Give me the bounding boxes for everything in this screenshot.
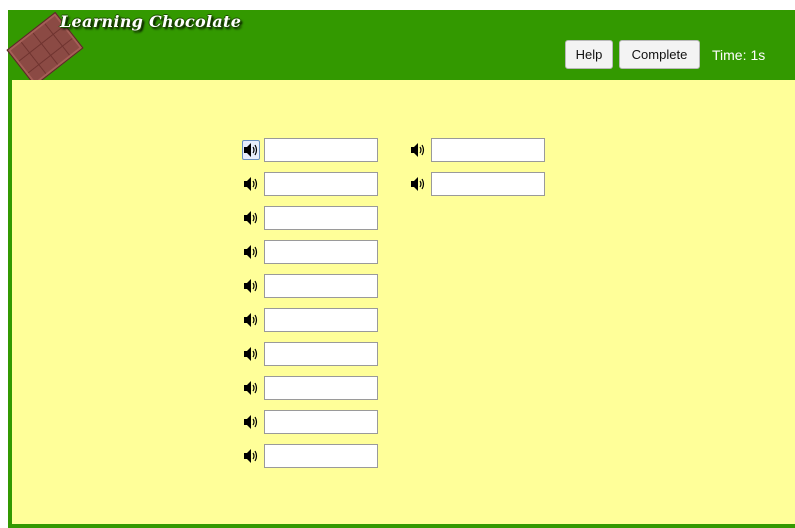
help-button[interactable]: Help bbox=[565, 40, 613, 69]
speaker-icon[interactable] bbox=[242, 276, 260, 296]
complete-button[interactable]: Complete bbox=[619, 40, 700, 69]
answer-row bbox=[242, 308, 402, 334]
exercise-area bbox=[12, 80, 795, 524]
answer-input[interactable] bbox=[431, 138, 545, 162]
speaker-icon[interactable] bbox=[242, 310, 260, 330]
speaker-icon[interactable] bbox=[242, 242, 260, 262]
speaker-icon[interactable] bbox=[242, 174, 260, 194]
logo-text: Learning Chocolate bbox=[60, 12, 242, 31]
answer-input[interactable] bbox=[264, 172, 378, 196]
answer-row bbox=[242, 274, 402, 300]
answer-row bbox=[242, 172, 402, 198]
answer-row bbox=[242, 342, 402, 368]
speaker-icon[interactable] bbox=[242, 344, 260, 364]
answer-input[interactable] bbox=[264, 376, 378, 400]
answer-input[interactable] bbox=[264, 274, 378, 298]
answer-input[interactable] bbox=[264, 444, 378, 468]
answer-row bbox=[242, 138, 402, 164]
answer-row bbox=[242, 206, 402, 232]
speaker-icon[interactable] bbox=[242, 140, 260, 160]
speaker-icon[interactable] bbox=[409, 140, 427, 160]
answer-input[interactable] bbox=[264, 240, 378, 264]
speaker-icon[interactable] bbox=[409, 174, 427, 194]
speaker-icon[interactable] bbox=[242, 446, 260, 466]
answer-row bbox=[409, 138, 569, 164]
answer-input[interactable] bbox=[264, 308, 378, 332]
answer-row bbox=[242, 410, 402, 436]
answer-row bbox=[242, 240, 402, 266]
header: Learning Chocolate Help Complete Time: 1s bbox=[6, 10, 795, 87]
answer-input[interactable] bbox=[264, 342, 378, 366]
speaker-icon[interactable] bbox=[242, 412, 260, 432]
speaker-icon[interactable] bbox=[242, 208, 260, 228]
answer-row bbox=[242, 444, 402, 470]
answer-input[interactable] bbox=[431, 172, 545, 196]
answer-input[interactable] bbox=[264, 410, 378, 434]
timer: Time: 1s bbox=[712, 47, 765, 63]
answer-input[interactable] bbox=[264, 138, 378, 162]
speaker-icon[interactable] bbox=[242, 378, 260, 398]
timer-label: Time: bbox=[712, 47, 747, 63]
answer-input[interactable] bbox=[264, 206, 378, 230]
app-frame: Learning Chocolate Help Complete Time: 1s bbox=[6, 10, 795, 528]
answer-row bbox=[242, 376, 402, 402]
answer-row bbox=[409, 172, 569, 198]
timer-value: 1s bbox=[750, 47, 766, 63]
